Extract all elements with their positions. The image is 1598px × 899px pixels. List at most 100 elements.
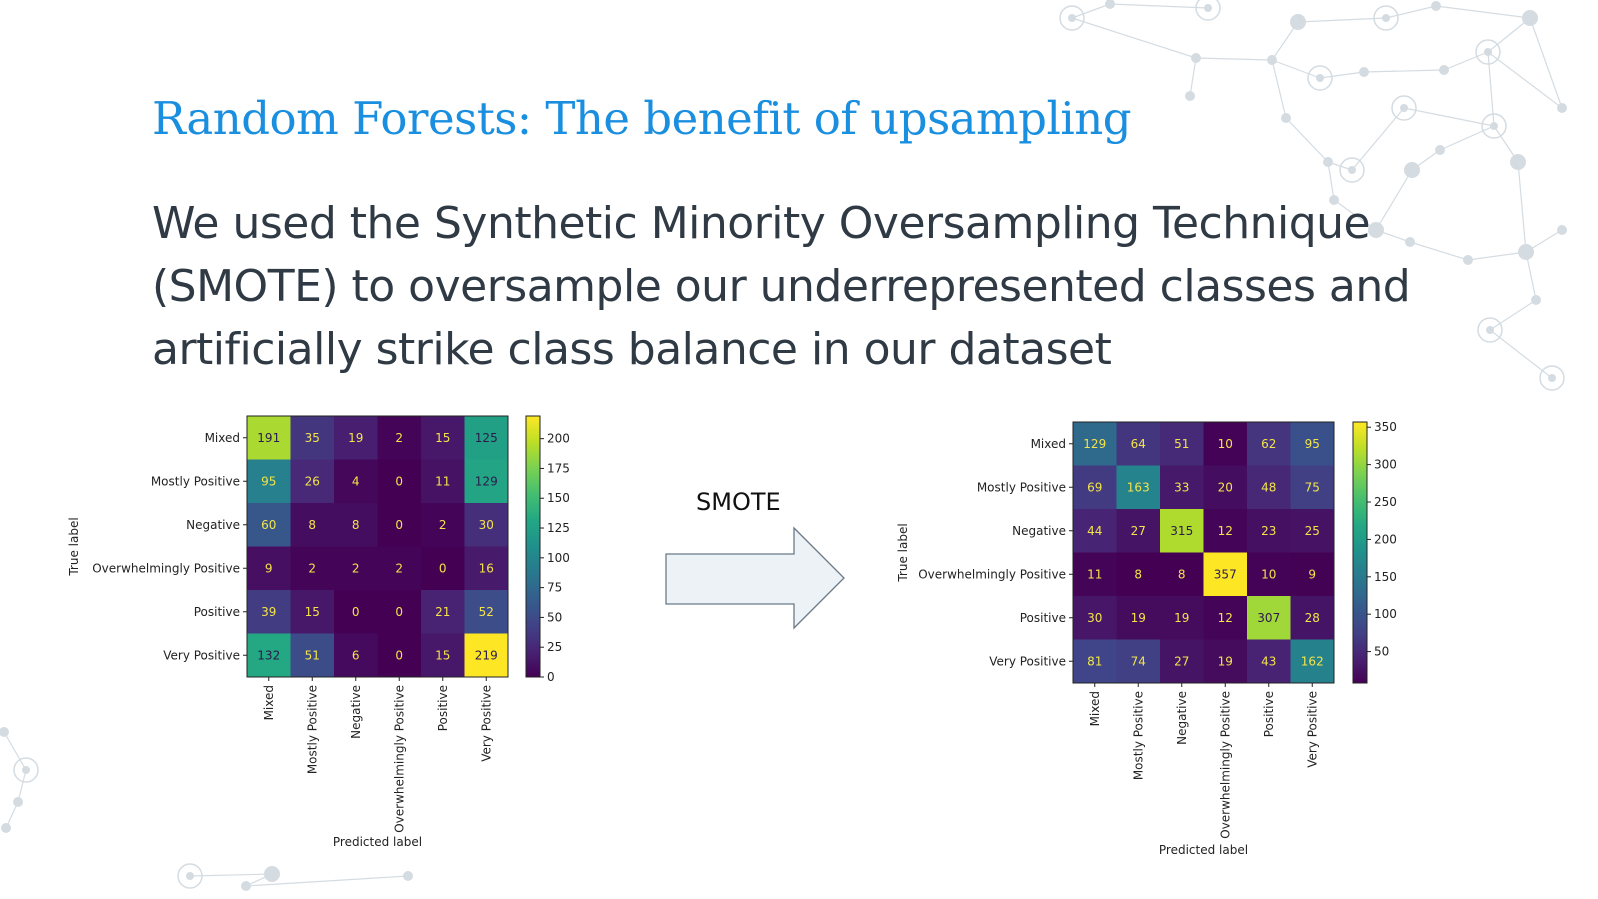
cell-value: 95 xyxy=(1305,437,1320,451)
x-tick-label: Positive xyxy=(436,685,450,731)
cell-value: 21 xyxy=(435,605,450,619)
smote-arrow-group: SMOTE xyxy=(660,486,860,636)
colorbar-tick-label: 0 xyxy=(547,670,555,684)
cell-value: 35 xyxy=(305,431,320,445)
cell-value: 75 xyxy=(1305,480,1320,494)
cell-value: 16 xyxy=(479,561,494,575)
cell-value: 191 xyxy=(257,431,280,445)
x-tick-label: Negative xyxy=(1175,691,1189,745)
slide-title: Random Forests: The benefit of upsamplin… xyxy=(152,92,1132,145)
cell-value: 74 xyxy=(1131,654,1146,668)
x-tick-label: Mostly Positive xyxy=(305,685,319,774)
cell-value: 0 xyxy=(395,474,403,488)
cell-value: 95 xyxy=(261,474,276,488)
cell-value: 19 xyxy=(1218,654,1233,668)
cell-value: 62 xyxy=(1261,437,1276,451)
colorbar-tick-label: 150 xyxy=(1374,570,1397,584)
cell-value: 48 xyxy=(1261,480,1276,494)
right-arrow-icon xyxy=(665,526,845,630)
cell-value: 30 xyxy=(1087,611,1102,625)
colorbar xyxy=(1352,421,1368,684)
colorbar-tick-label: 75 xyxy=(547,581,562,595)
cell-value: 8 xyxy=(1134,567,1142,581)
cell-value: 10 xyxy=(1218,437,1233,451)
y-tick-label: Overwhelmingly Positive xyxy=(918,567,1066,581)
cell-value: 44 xyxy=(1087,524,1102,538)
y-tick-label: Mixed xyxy=(205,431,240,445)
x-tick-label: Mixed xyxy=(262,685,276,720)
cell-value: 30 xyxy=(479,518,494,532)
y-axis-label: True label xyxy=(896,523,910,582)
x-axis-label: Predicted label xyxy=(333,835,422,849)
x-axis-label: Predicted label xyxy=(1159,843,1248,857)
y-tick-label: Very Positive xyxy=(163,648,240,662)
cell-value: 26 xyxy=(305,474,320,488)
x-tick-label: Very Positive xyxy=(1305,691,1319,768)
cell-value: 0 xyxy=(395,648,403,662)
colorbar-tick-label: 100 xyxy=(1374,607,1397,621)
cell-value: 2 xyxy=(395,431,403,445)
colorbar-tick-label: 175 xyxy=(547,461,570,475)
cell-value: 15 xyxy=(435,648,450,662)
cell-value: 69 xyxy=(1087,480,1102,494)
cell-value: 12 xyxy=(1218,611,1233,625)
cell-value: 64 xyxy=(1131,437,1146,451)
y-axis-label: True label xyxy=(67,517,81,576)
cell-value: 15 xyxy=(435,431,450,445)
cell-value: 6 xyxy=(352,648,360,662)
cell-value: 0 xyxy=(439,561,447,575)
cell-value: 4 xyxy=(352,474,360,488)
cell-value: 9 xyxy=(1308,567,1316,581)
colorbar-tick-label: 200 xyxy=(1374,532,1397,546)
x-tick-label: Negative xyxy=(349,685,363,739)
cell-value: 28 xyxy=(1305,611,1320,625)
cell-value: 51 xyxy=(1174,437,1189,451)
cell-value: 2 xyxy=(439,518,447,532)
cell-value: 25 xyxy=(1305,524,1320,538)
cell-value: 8 xyxy=(1178,567,1186,581)
colorbar-tick-label: 150 xyxy=(547,491,570,505)
colorbar xyxy=(525,415,541,678)
y-tick-label: Mostly Positive xyxy=(977,480,1066,494)
colorbar-tick-label: 200 xyxy=(547,432,570,446)
cell-value: 43 xyxy=(1261,654,1276,668)
cell-value: 8 xyxy=(308,518,316,532)
y-tick-label: Overwhelmingly Positive xyxy=(92,561,240,575)
y-tick-label: Very Positive xyxy=(989,654,1066,668)
confusion-matrix-before-smote: 191 35 19 2 15 125 95 26 4 0 11 129 60 8 8 0 2 30 9 2 2 2 0 16 3… xyxy=(60,408,620,870)
cell-value: 2 xyxy=(395,561,403,575)
x-tick-label: Mixed xyxy=(1088,691,1102,726)
x-tick-label: Very Positive xyxy=(479,685,493,762)
cell-value: 51 xyxy=(305,648,320,662)
cell-value: 125 xyxy=(475,431,498,445)
slide-body-text: We used the Synthetic Minority Oversampl… xyxy=(152,198,1411,375)
cell-value: 20 xyxy=(1218,480,1233,494)
colorbar-tick-label: 350 xyxy=(1374,420,1397,434)
cell-value: 23 xyxy=(1261,524,1276,538)
colorbar-tick-label: 250 xyxy=(1374,495,1397,509)
cell-value: 9 xyxy=(265,561,273,575)
confusion-matrix-after-smote: 129 64 51 10 62 95 69 163 33 20 48 75 44 27 315 12 23 25 1… xyxy=(890,414,1430,866)
cell-value: 2 xyxy=(352,561,360,575)
cell-value: 27 xyxy=(1174,654,1189,668)
cell-value: 307 xyxy=(1257,611,1280,625)
cell-value: 19 xyxy=(348,431,363,445)
cell-value: 0 xyxy=(352,605,360,619)
cell-value: 162 xyxy=(1301,654,1324,668)
y-tick-label: Positive xyxy=(1020,611,1066,625)
cell-value: 39 xyxy=(261,605,276,619)
cell-value: 132 xyxy=(257,648,280,662)
cell-value: 0 xyxy=(395,518,403,532)
colorbar-tick-label: 25 xyxy=(547,640,562,654)
y-tick-label: Mostly Positive xyxy=(151,474,240,488)
x-tick-label: Mostly Positive xyxy=(1131,691,1145,780)
confusion-matrix-svg: 191 35 19 2 15 12595 26 4 0 11 12960 8 8 0 2 309 2 2 2 0 163… xyxy=(67,415,570,849)
confusion-matrix-svg: 129 64 51 10 62 9569 163 33 20 48 7544 27 315 12 23 251… xyxy=(896,420,1397,857)
x-tick-label: Overwhelmingly Positive xyxy=(392,685,406,833)
y-tick-label: Mixed xyxy=(1031,437,1066,451)
cell-value: 11 xyxy=(1087,567,1102,581)
y-tick-label: Negative xyxy=(186,518,240,532)
y-tick-label: Negative xyxy=(1012,524,1066,538)
cell-value: 60 xyxy=(261,518,276,532)
cell-value: 52 xyxy=(479,605,494,619)
